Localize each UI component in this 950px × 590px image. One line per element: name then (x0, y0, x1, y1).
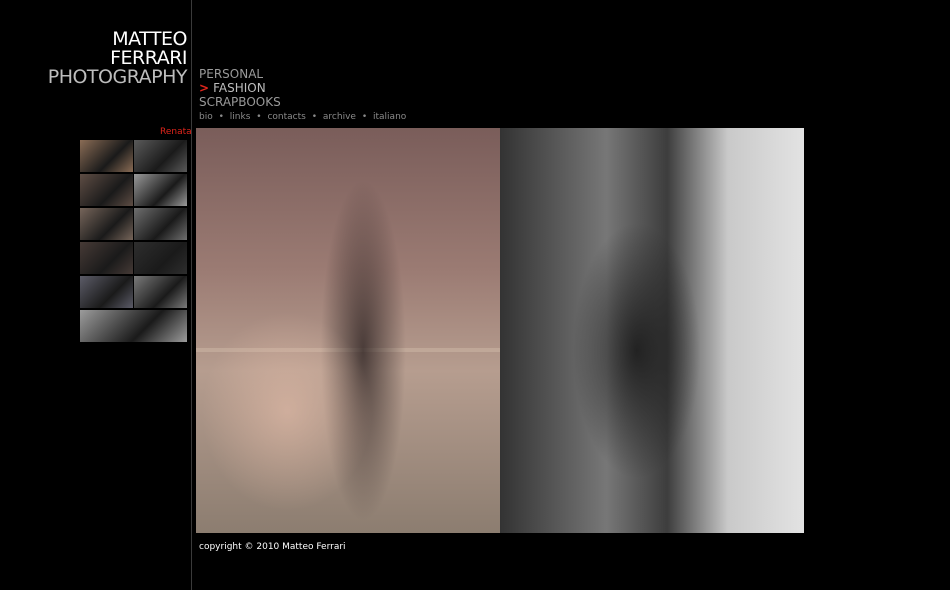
thumbnail[interactable] (80, 174, 133, 206)
menu-item-fashion[interactable]: > FASHION (199, 81, 281, 95)
separator: • (218, 112, 224, 122)
copyright-text: copyright © 2010 Matteo Ferrari (199, 542, 346, 552)
thumbnail[interactable] (80, 310, 187, 342)
menu-item-scrapbooks[interactable]: SCRAPBOOKS (199, 95, 281, 109)
thumbnail[interactable] (134, 208, 187, 240)
menu-item-personal[interactable]: PERSONAL (199, 67, 281, 81)
link-italiano[interactable]: italiano (373, 112, 406, 122)
vertical-divider (191, 0, 192, 590)
thumbnail[interactable] (80, 242, 133, 274)
thumbnail-grid (80, 140, 187, 344)
secondary-nav: bio • links • contacts • archive • itali… (199, 112, 406, 122)
separator: • (256, 112, 262, 122)
main-photo-left[interactable] (196, 128, 500, 533)
thumbnail[interactable] (134, 140, 187, 172)
active-marker-icon: > (199, 81, 210, 95)
thumbnail[interactable] (80, 276, 133, 308)
album-title: Renata (160, 127, 192, 137)
thumbnail[interactable] (80, 208, 133, 240)
link-links[interactable]: links (230, 112, 251, 122)
site-logo[interactable]: MATTEO FERRARI PHOTOGRAPHY (47, 30, 188, 88)
separator: • (311, 112, 318, 122)
thumbnail[interactable] (134, 276, 187, 308)
link-contacts[interactable]: contacts (267, 112, 305, 122)
main-photo-right[interactable] (500, 128, 804, 533)
link-bio[interactable]: bio (199, 112, 213, 122)
link-archive[interactable]: archive (323, 112, 356, 122)
separator: • (361, 112, 368, 122)
thumbnail[interactable] (134, 174, 187, 206)
thumbnail[interactable] (134, 242, 187, 274)
main-menu: PERSONAL > FASHION SCRAPBOOKS (199, 67, 281, 109)
thumbnail[interactable] (80, 140, 133, 172)
logo-line-3: PHOTOGRAPHY (47, 66, 188, 88)
